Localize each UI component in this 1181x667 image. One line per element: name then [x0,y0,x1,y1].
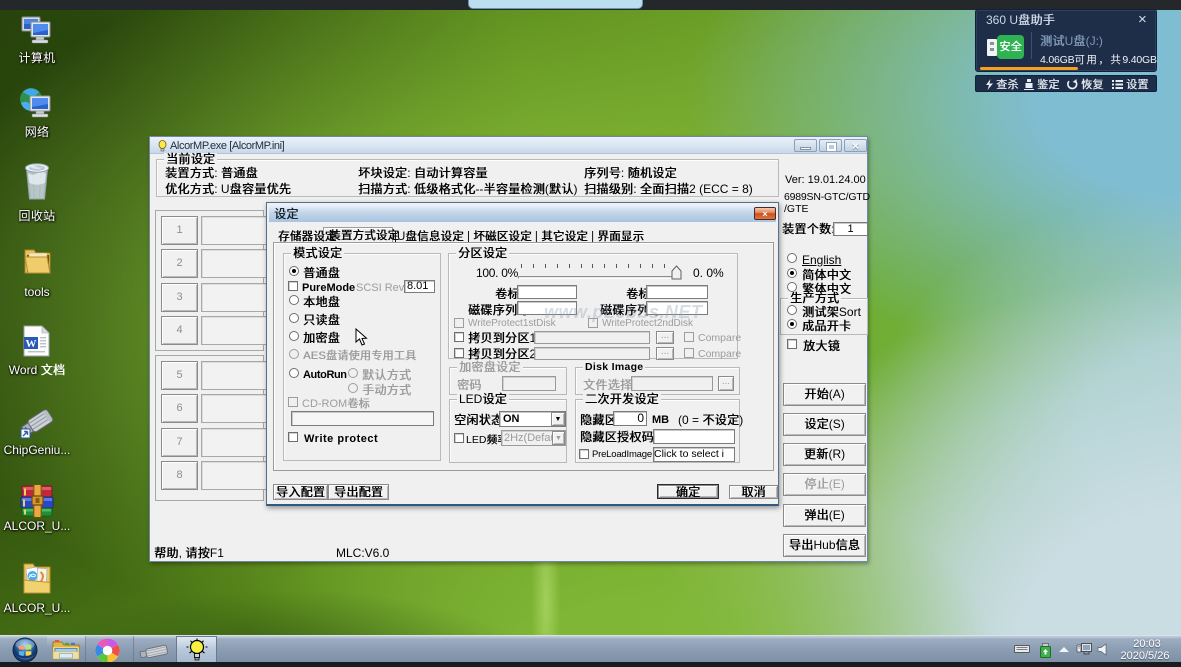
svg-text:W: W [26,338,37,350]
